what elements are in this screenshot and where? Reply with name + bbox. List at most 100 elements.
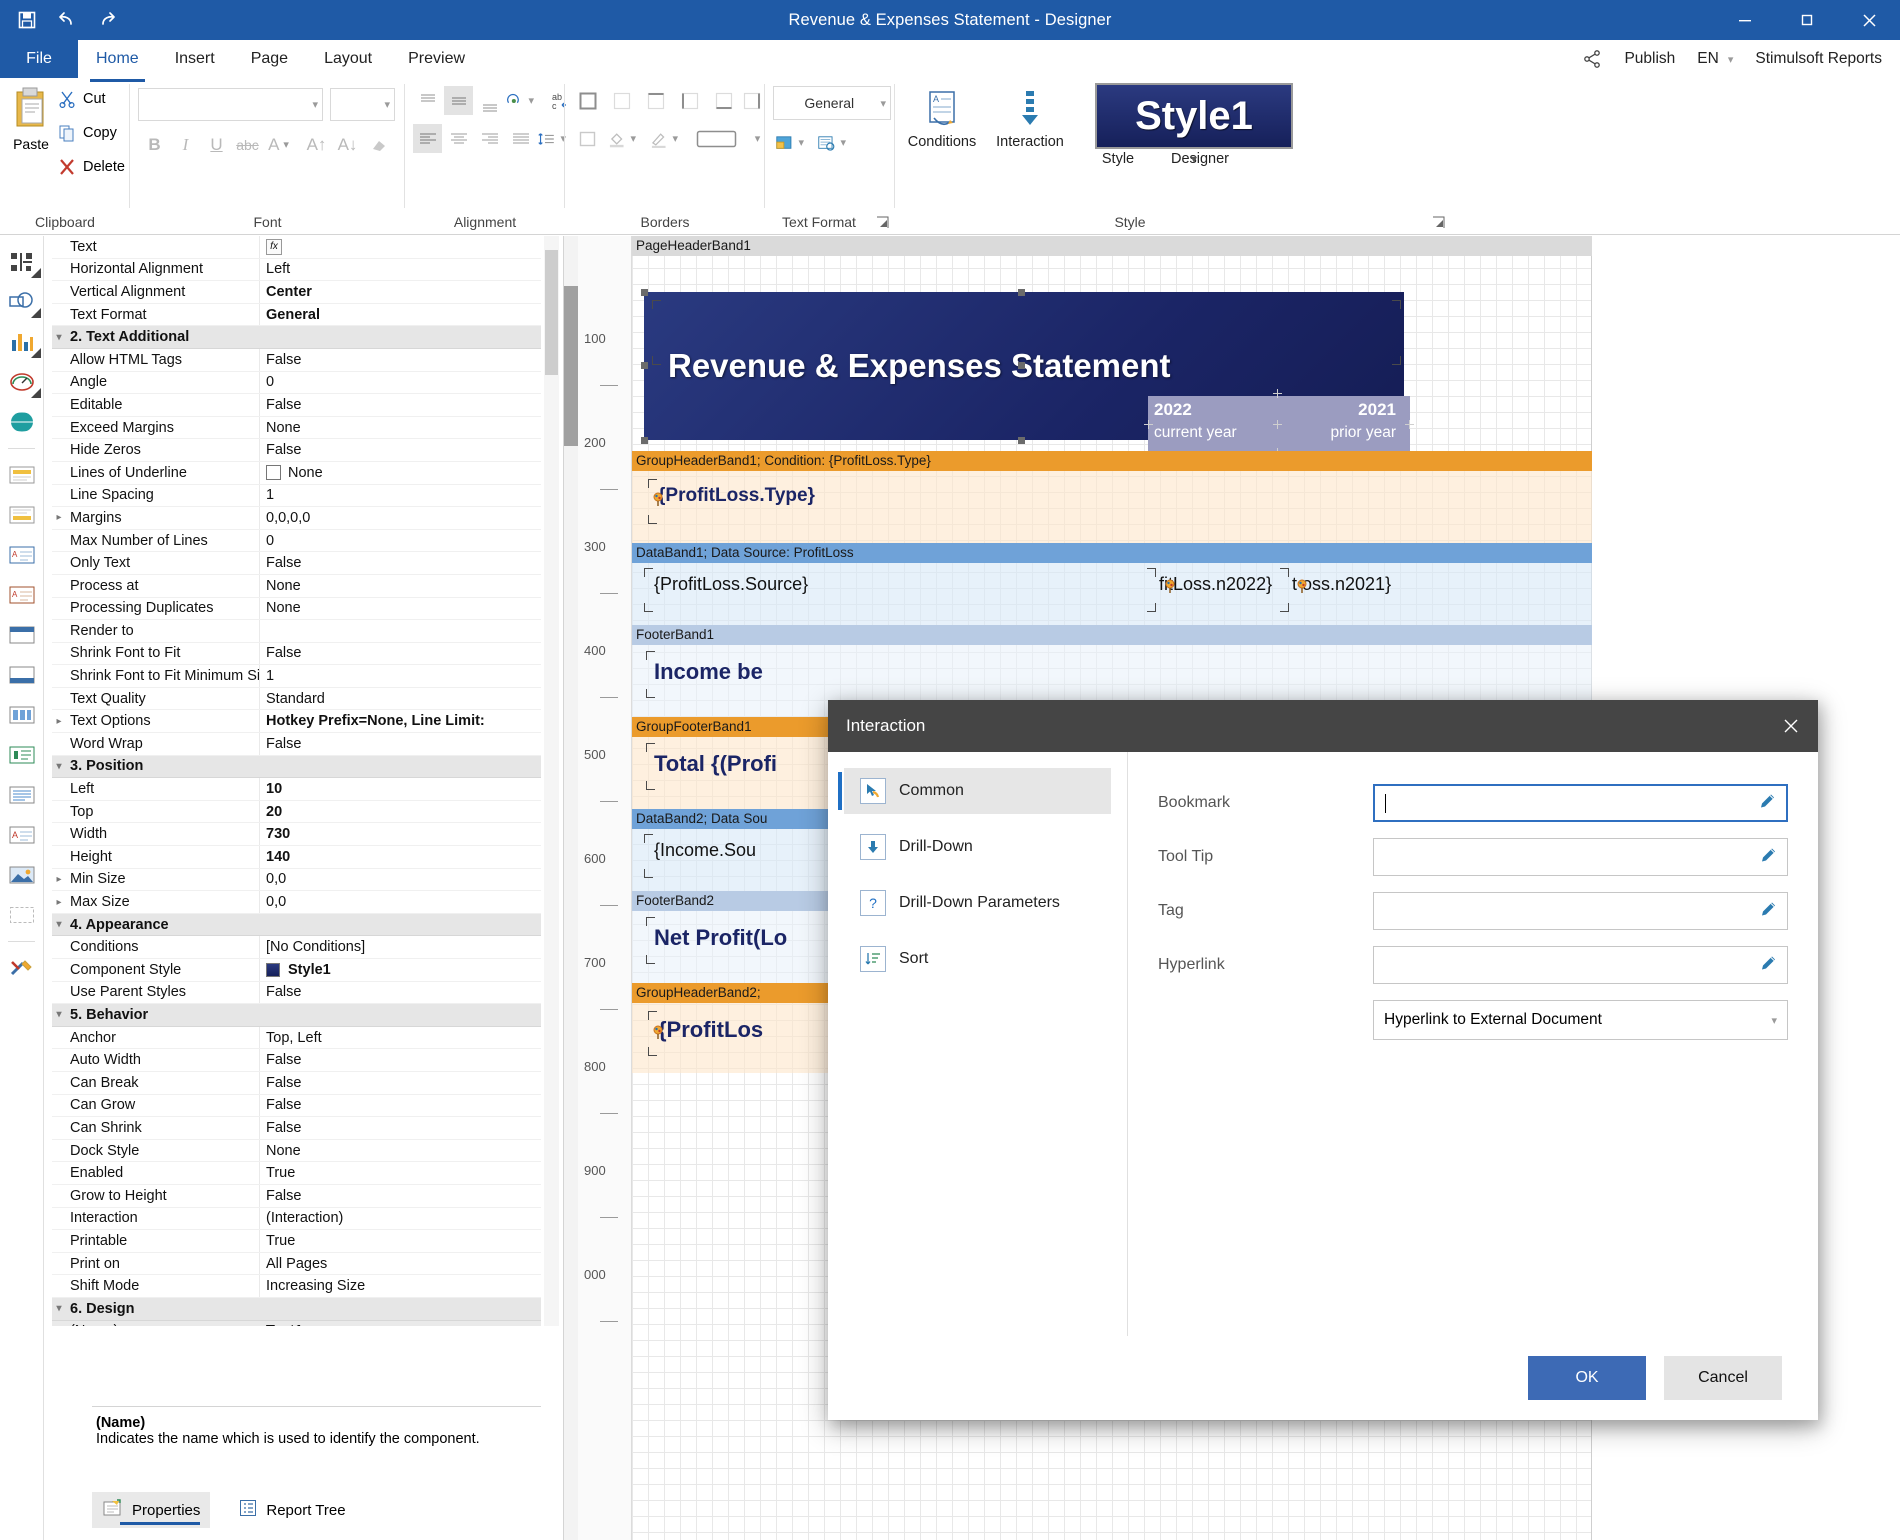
property-row[interactable]: Enabled True	[52, 1162, 541, 1185]
property-row[interactable]: Lines of Underline None	[52, 461, 541, 485]
property-value[interactable]: 140	[259, 846, 541, 868]
property-value[interactable]: False	[259, 1184, 541, 1207]
page-header-band-icon[interactable]	[0, 455, 44, 495]
property-row[interactable]: Shift Mode Increasing Size	[52, 1275, 541, 1298]
rich-text-icon[interactable]: A	[0, 815, 44, 855]
bold-icon[interactable]: B	[140, 130, 169, 159]
property-row[interactable]: Process at None	[52, 574, 541, 598]
property-value[interactable]: None	[259, 1139, 541, 1162]
property-row[interactable]: Anchor Top, Left	[52, 1026, 541, 1050]
chevron-down-icon[interactable]: ▾	[52, 761, 66, 772]
property-row[interactable]: Editable False	[52, 394, 541, 417]
property-value[interactable]: 0	[259, 371, 541, 394]
property-row[interactable]: ▸ Min Size 0,0	[52, 868, 541, 892]
border-size-icon[interactable]	[691, 124, 743, 153]
property-row[interactable]: Shrink Font to Fit Minimum Size 1	[52, 665, 541, 688]
save-icon[interactable]	[14, 7, 40, 33]
property-row[interactable]: ▸ Max Size 0,0	[52, 891, 541, 914]
barcode-icon[interactable]	[0, 242, 44, 282]
tab-insert[interactable]: Insert	[157, 40, 233, 78]
property-value[interactable]: Text1	[259, 1320, 541, 1326]
edit-pencil-icon[interactable]	[1759, 793, 1776, 814]
cancel-button[interactable]: Cancel	[1664, 1356, 1782, 1400]
underline-checkbox[interactable]	[266, 465, 281, 481]
tab-file[interactable]: File	[0, 40, 78, 78]
interaction-button[interactable]: Interaction	[987, 84, 1073, 151]
property-row[interactable]: Processing Duplicates None	[52, 597, 541, 621]
format-settings-icon[interactable]: ▾	[817, 128, 846, 157]
property-row[interactable]: Hide Zeros False	[52, 439, 541, 462]
band-header-databand1[interactable]: DataBand1; Data Source: ProfitLoss	[632, 543, 1592, 563]
property-value[interactable]: False	[259, 1071, 541, 1094]
column-band-icon[interactable]	[0, 695, 44, 735]
tab-home[interactable]: Home	[78, 40, 157, 82]
property-row[interactable]: Component Style Style1	[52, 959, 541, 982]
italic-icon[interactable]: I	[171, 130, 200, 159]
property-value[interactable]: False	[259, 1117, 541, 1139]
field-profitloss-source[interactable]: {ProfitLoss.Source}	[654, 574, 808, 595]
hyperlink-type-select[interactable]: Hyperlink to External Document ▾	[1373, 1000, 1788, 1040]
property-row[interactable]: Vertical Alignment Center	[52, 281, 541, 304]
property-value[interactable]: 0,0,0,0	[259, 507, 541, 529]
field-profitloss-type[interactable]: {ProfitLoss.Type}	[658, 485, 815, 507]
align-right-icon[interactable]	[475, 124, 504, 153]
text-band-icon[interactable]	[0, 775, 44, 815]
align-center-icon[interactable]	[444, 124, 473, 153]
group-footer-band-icon[interactable]: A	[0, 575, 44, 615]
edit-pencil-icon[interactable]	[1760, 955, 1777, 976]
nav-item-common[interactable]: Common	[838, 768, 1111, 814]
canvas-vertical-scrollbar[interactable]	[564, 236, 578, 1540]
tab-properties[interactable]: Properties	[92, 1492, 211, 1528]
property-row[interactable]: Angle 0	[52, 371, 541, 395]
tools-icon[interactable]	[0, 948, 44, 988]
property-row[interactable]: Shrink Font to Fit False	[52, 642, 541, 666]
align-justify-icon[interactable]	[506, 124, 535, 153]
property-row[interactable]: Only Text False	[52, 552, 541, 575]
fill-color-icon[interactable]: ▾	[607, 124, 636, 153]
property-row[interactable]: Exceed Margins None	[52, 416, 541, 440]
current-style-swatch[interactable]: Style1	[1095, 83, 1293, 149]
chevron-right-icon[interactable]: ▸	[52, 716, 66, 727]
chevron-down-icon[interactable]: ▾	[52, 919, 66, 930]
property-row[interactable]: Can Shrink False	[52, 1117, 541, 1140]
share-icon[interactable]	[1582, 49, 1602, 69]
font-family-combo[interactable]: ▾	[138, 88, 323, 121]
property-row[interactable]: Auto Width False	[52, 1049, 541, 1072]
property-value[interactable]: Style1	[259, 959, 541, 981]
decrease-font-icon[interactable]: A↓	[333, 130, 362, 159]
border-right-icon[interactable]	[737, 86, 766, 115]
band-header-pageheaderband1[interactable]: PageHeaderBand1	[632, 236, 1592, 256]
property-value[interactable]: 1	[259, 665, 541, 687]
header-band-icon[interactable]	[0, 615, 44, 655]
border-none-icon[interactable]	[607, 86, 636, 115]
page-footer-band-icon[interactable]	[0, 495, 44, 535]
field-net-profit[interactable]: Net Profit(Lo	[654, 925, 787, 951]
property-row[interactable]: Interaction (Interaction)	[52, 1207, 541, 1231]
tab-preview[interactable]: Preview	[390, 40, 483, 78]
property-row[interactable]: Grow to Height False	[52, 1184, 541, 1208]
hyperlink-input[interactable]	[1373, 946, 1788, 984]
text-format-dialog-launcher[interactable]	[876, 216, 889, 229]
property-row[interactable]: ▸ Margins 0,0,0,0	[52, 507, 541, 530]
font-color-icon[interactable]: A ▾	[264, 130, 293, 159]
property-value[interactable]: None	[259, 416, 541, 439]
field-profitloss-group2[interactable]: {ProfitLos	[658, 1017, 763, 1043]
property-row[interactable]: Printable True	[52, 1230, 541, 1253]
property-row[interactable]: Top 20	[52, 800, 541, 824]
property-value[interactable]: None	[259, 597, 541, 620]
property-value[interactable]	[259, 620, 541, 642]
field-total[interactable]: Total {(Profi	[654, 751, 777, 777]
property-row[interactable]: Render to	[52, 620, 541, 643]
property-row[interactable]: Max Number of Lines 0	[52, 529, 541, 553]
band-body-databand1[interactable]: {ProfitLoss.Source} fitLoss.n2022} t oss…	[632, 563, 1592, 625]
property-row[interactable]: Print on All Pages	[52, 1252, 541, 1276]
cut-button[interactable]: Cut	[58, 90, 106, 108]
empty-band-icon[interactable]	[0, 895, 44, 935]
strikeout-icon[interactable]: abc	[233, 130, 262, 159]
property-value[interactable]: False	[259, 733, 541, 755]
border-all-icon[interactable]	[573, 86, 602, 115]
delete-button[interactable]: Delete	[58, 158, 125, 176]
property-value[interactable]: False	[259, 348, 541, 371]
property-value[interactable]: Standard	[259, 687, 541, 710]
field-income-source[interactable]: {Income.Sou	[654, 840, 756, 861]
